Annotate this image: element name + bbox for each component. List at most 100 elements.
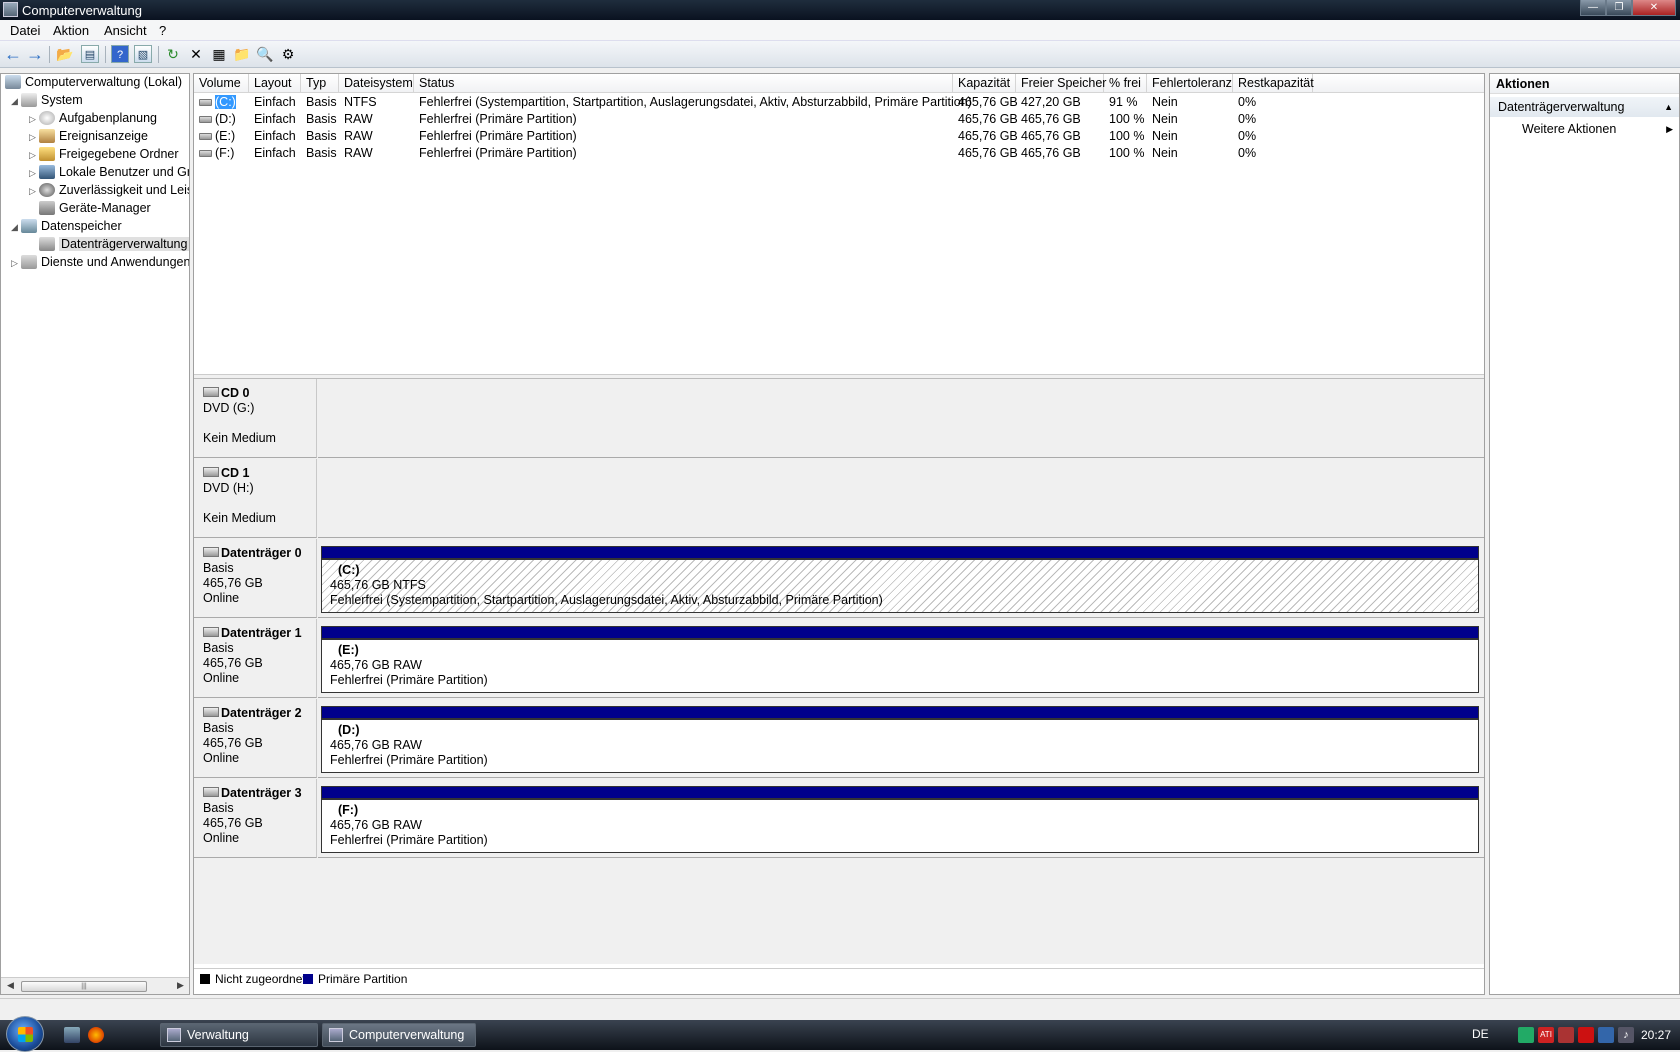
cd-drive-icon: [203, 387, 219, 397]
scroll-right-icon[interactable]: ▶: [177, 980, 184, 991]
tree-item-dienste[interactable]: ▷ Dienste und Anwendungen: [11, 254, 189, 272]
disk-info[interactable]: Datenträger 2 Basis 465,76 GB Online: [194, 699, 317, 778]
close-button[interactable]: ✕: [1632, 0, 1676, 16]
collapse-up-icon[interactable]: ▲: [1664, 97, 1673, 117]
column-kapazitaet[interactable]: Kapazität: [953, 74, 1016, 93]
column-freier-speicher[interactable]: Freier Speicher: [1016, 74, 1106, 93]
tree-item-zuverlaessigkeit[interactable]: ▷ Zuverlässigkeit und Leis: [29, 182, 189, 200]
menu-ansicht[interactable]: Ansicht: [104, 23, 147, 38]
scrollbar-thumb[interactable]: |||: [21, 981, 147, 992]
primary-partition-bar: [321, 546, 1479, 559]
ati-tray-icon[interactable]: ATI: [1538, 1027, 1554, 1043]
minimize-button[interactable]: —: [1580, 0, 1606, 16]
tree-item-datenspeicher[interactable]: ◢ Datenspeicher: [11, 218, 122, 235]
tree-item-aufgabenplanung[interactable]: ▷ Aufgabenplanung: [29, 110, 157, 127]
antivirus-tray-icon[interactable]: [1578, 1027, 1594, 1043]
partition-e[interactable]: (E:) 465,76 GB RAW Fehlerfrei (Primäre P…: [321, 639, 1479, 693]
clock[interactable]: 20:27: [1641, 1028, 1671, 1042]
taskbar-verwaltung[interactable]: Verwaltung: [160, 1023, 318, 1047]
expand-icon[interactable]: ▷: [29, 165, 39, 182]
menu-bar: Datei Aktion Ansicht ?: [0, 20, 1680, 41]
properties-icon[interactable]: ▦: [210, 45, 228, 63]
partition-c[interactable]: (C:) 465,76 GB NTFS Fehlerfrei (Systempa…: [321, 559, 1479, 613]
disk-info[interactable]: Datenträger 1 Basis 465,76 GB Online: [194, 619, 317, 698]
partition-f[interactable]: (F:) 465,76 GB RAW Fehlerfrei (Primäre P…: [321, 799, 1479, 853]
up-folder-icon[interactable]: 📂: [56, 45, 74, 63]
monitor-tray-icon[interactable]: [1598, 1027, 1614, 1043]
back-arrow-icon[interactable]: ←: [4, 45, 22, 63]
shared-folder-icon: [39, 147, 55, 161]
column-volume[interactable]: Volume: [194, 74, 249, 93]
show-tree-icon[interactable]: ▤: [81, 45, 99, 63]
cd-drive-icon: [203, 467, 219, 477]
storage-icon: [21, 219, 37, 233]
disk-partition-area: [318, 379, 1484, 458]
forward-arrow-icon[interactable]: →: [26, 45, 44, 63]
restore-button[interactable]: ❐: [1606, 0, 1632, 16]
clock-icon: [39, 111, 55, 125]
search-icon[interactable]: 🔍: [256, 45, 274, 63]
language-indicator[interactable]: DE: [1472, 1027, 1489, 1041]
volume-row[interactable]: (E:) Einfach Basis RAW Fehlerfrei (Primä…: [194, 128, 1484, 145]
delete-icon[interactable]: ✕: [187, 45, 205, 63]
scroll-left-icon[interactable]: ◀: [7, 980, 14, 991]
speaker-tray-icon[interactable]: [1558, 1027, 1574, 1043]
column-typ[interactable]: Typ: [301, 74, 339, 93]
tree-item-system[interactable]: ◢ System: [11, 92, 83, 109]
show-action-pane-icon[interactable]: ▧: [134, 45, 152, 63]
expand-icon[interactable]: ▷: [11, 255, 21, 272]
tree-item-ereignisanzeige[interactable]: ▷ Ereignisanzeige: [29, 128, 148, 145]
firefox-icon[interactable]: [88, 1027, 104, 1043]
tree-item-geraete-manager[interactable]: Geräte-Manager: [39, 200, 151, 217]
tree-item-freigegebene-ordner[interactable]: ▷ Freigegebene Ordner: [29, 146, 179, 163]
help-icon[interactable]: ?: [111, 45, 129, 63]
menu-aktion[interactable]: Aktion: [53, 23, 89, 38]
drive-icon: [199, 150, 212, 157]
app-icon: [3, 2, 18, 17]
volume-row[interactable]: (F:) Einfach Basis RAW Fehlerfrei (Primä…: [194, 145, 1484, 162]
disk-info[interactable]: CD 0 DVD (G:) Kein Medium: [194, 379, 317, 458]
legend: Nicht zugeordnet Primäre Partition: [194, 968, 1484, 989]
tree-item-datentraegerverwaltung[interactable]: Datenträgerverwaltung: [39, 236, 189, 253]
event-log-icon: [39, 129, 55, 143]
partition-d[interactable]: (D:) 465,76 GB RAW Fehlerfrei (Primäre P…: [321, 719, 1479, 773]
column-layout[interactable]: Layout: [249, 74, 301, 93]
tree-horizontal-scrollbar[interactable]: ◀ ||| ▶: [1, 977, 189, 994]
column-fehlertoleranz[interactable]: Fehlertoleranz: [1147, 74, 1233, 93]
collapse-icon[interactable]: ◢: [11, 93, 21, 110]
collapse-icon[interactable]: ◢: [11, 219, 21, 236]
column-dateisystem[interactable]: Dateisystem: [339, 74, 414, 93]
show-desktop-icon[interactable]: [64, 1027, 80, 1043]
expand-icon[interactable]: ▷: [29, 183, 39, 200]
column-restkapazitaet[interactable]: Restkapazität: [1233, 74, 1314, 93]
settings-icon[interactable]: ⚙: [279, 45, 297, 63]
open-folder-icon[interactable]: 📁: [233, 45, 251, 63]
toolbar: ← → 📂 ▤ ? ▧ ↻ ✕ ▦ 📁 🔍 ⚙: [0, 41, 1680, 68]
tree-item-lokale-benutzer[interactable]: ▷ Lokale Benutzer und Gr: [29, 164, 189, 182]
taskbar-computerverwaltung[interactable]: Computerverwaltung: [322, 1023, 476, 1047]
volume-tray-icon[interactable]: ♪: [1618, 1027, 1634, 1043]
volume-row[interactable]: (D:) Einfach Basis RAW Fehlerfrei (Primä…: [194, 111, 1484, 128]
actions-section-header[interactable]: Datenträgerverwaltung ▲: [1490, 97, 1679, 117]
menu-datei[interactable]: Datei: [10, 23, 40, 38]
disk-info[interactable]: Datenträger 3 Basis 465,76 GB Online: [194, 779, 317, 858]
column-prozent-frei[interactable]: % frei: [1104, 74, 1147, 93]
title-bar: Computerverwaltung — ❐ ✕: [0, 0, 1680, 20]
window-title: Computerverwaltung: [22, 3, 142, 18]
weitere-aktionen-link[interactable]: Weitere Aktionen: [1522, 120, 1616, 138]
primary-partition-bar: [321, 626, 1479, 639]
expand-icon[interactable]: ▷: [29, 129, 39, 146]
column-status[interactable]: Status: [414, 74, 953, 93]
start-button[interactable]: [6, 1016, 44, 1052]
volume-row[interactable]: (C:) Einfach Basis NTFS Fehlerfrei (Syst…: [194, 94, 1484, 111]
disk-partition-area: (F:) 465,76 GB RAW Fehlerfrei (Primäre P…: [318, 779, 1484, 858]
network-tray-icon[interactable]: [1518, 1027, 1534, 1043]
expand-icon[interactable]: ▷: [29, 111, 39, 128]
refresh-icon[interactable]: ↻: [164, 45, 182, 63]
expand-icon[interactable]: ▷: [29, 147, 39, 164]
disk-info[interactable]: Datenträger 0 Basis 465,76 GB Online: [194, 539, 317, 618]
users-icon: [39, 165, 55, 179]
menu-help[interactable]: ?: [159, 23, 166, 38]
disk-info[interactable]: CD 1 DVD (H:) Kein Medium: [194, 459, 317, 538]
tree-root[interactable]: Computerverwaltung (Lokal): [5, 74, 182, 91]
